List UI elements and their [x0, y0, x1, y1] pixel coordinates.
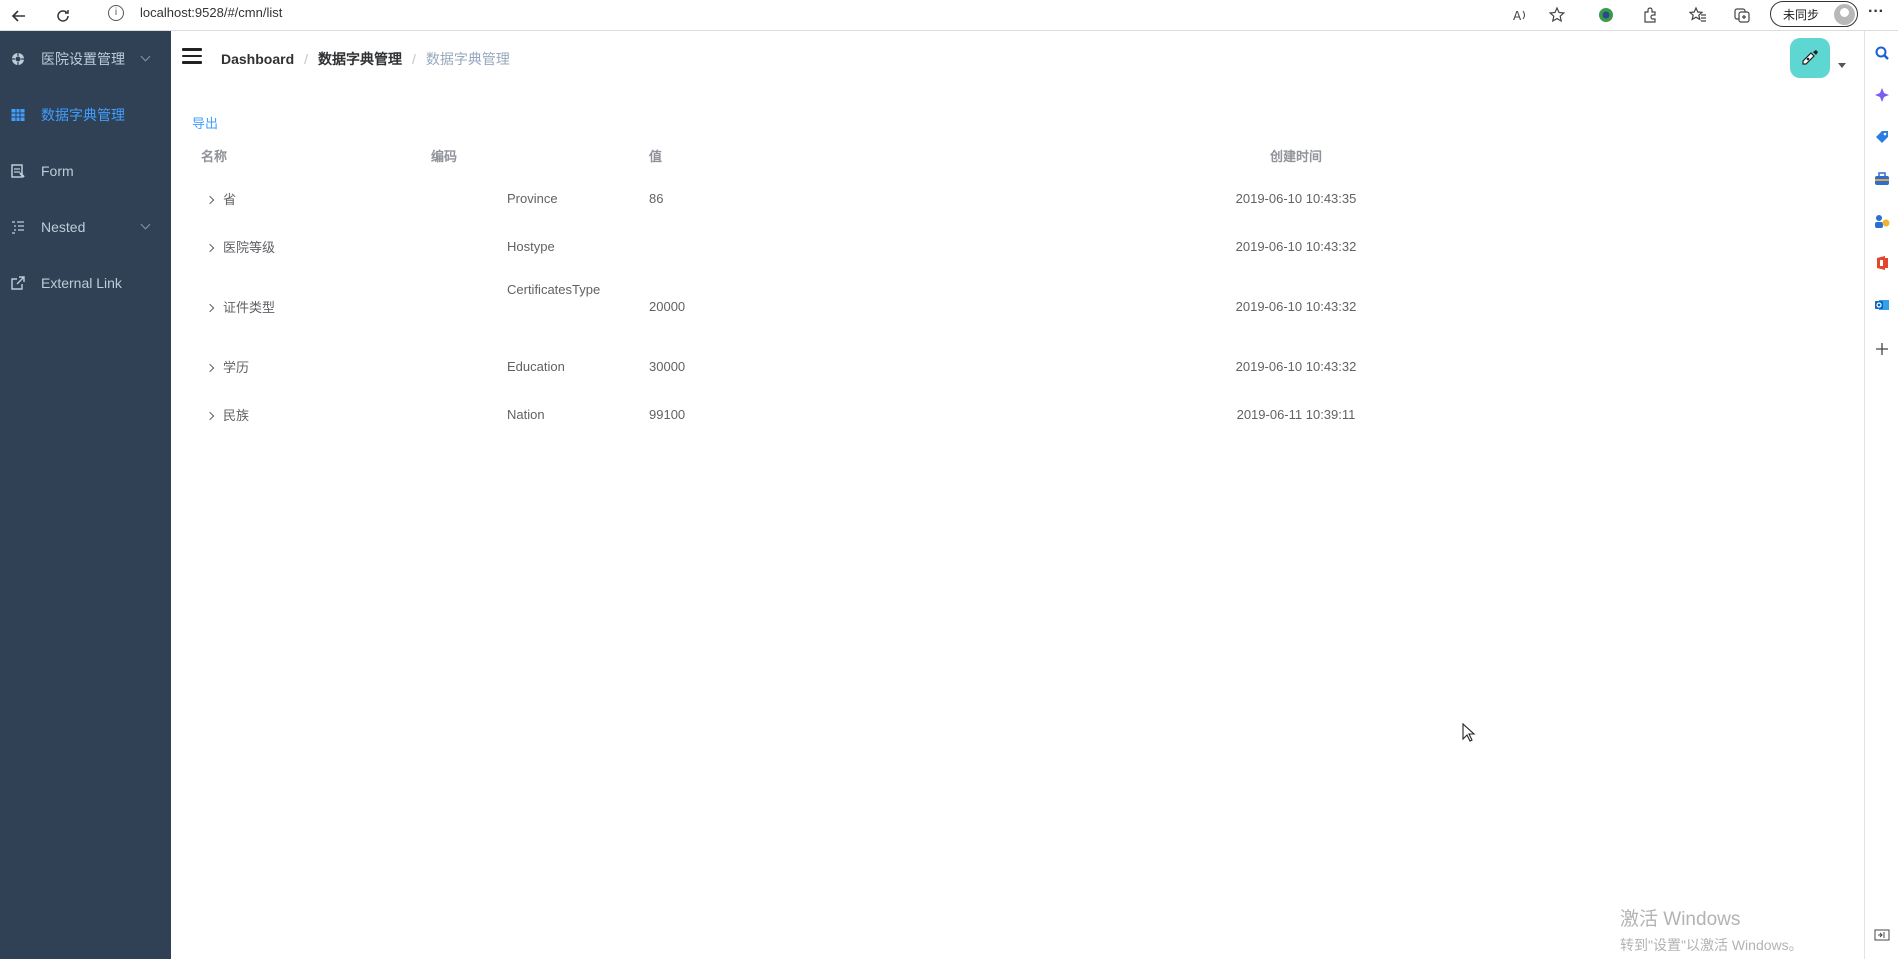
- svg-text:A: A: [1513, 9, 1522, 23]
- cell-name: 学历: [223, 359, 250, 375]
- browser-toolbar: i localhost:9528/#/cmn/list A 未同步 ···: [0, 0, 1898, 31]
- cell-name: 省: [223, 191, 237, 207]
- sidebar-item-label: Nested: [41, 219, 86, 235]
- sync-label: 未同步: [1783, 7, 1820, 22]
- app-sidebar: 医院设置管理 数据字典管理 Form Nested External Link: [0, 31, 171, 959]
- hamburger-menu-icon[interactable]: [182, 48, 202, 64]
- cell-create-time: 2019-06-10 10:43:32: [1235, 358, 1357, 374]
- breadcrumb-separator: /: [412, 51, 416, 67]
- main-content: Dashboard / 数据字典管理 / 数据字典管理 导出 名称 编码 值 创…: [171, 31, 1864, 959]
- table-row[interactable]: 学历 Education 30000 2019-06-10 10:43:32: [191, 342, 1586, 390]
- breadcrumb-current: 数据字典管理: [425, 51, 510, 67]
- breadcrumb-separator: /: [304, 51, 309, 67]
- expand-arrow-icon[interactable]: [205, 303, 215, 312]
- add-icon[interactable]: [1874, 341, 1890, 357]
- cell-value: 20000: [649, 298, 686, 314]
- address-bar[interactable]: localhost:9528/#/cmn/list: [140, 5, 282, 20]
- cell-name: 民族: [223, 407, 250, 423]
- shopping-tag-icon[interactable]: [1874, 129, 1890, 145]
- cell-code: Education: [507, 358, 565, 374]
- nested-icon: [11, 220, 25, 234]
- external-link-icon: [11, 276, 25, 290]
- sidebar-item-label: 医院设置管理: [41, 51, 125, 67]
- watermark-title: 激活 Windows: [1620, 909, 1741, 930]
- settings-icon: [11, 52, 25, 66]
- extensions-icon[interactable]: [1638, 3, 1662, 27]
- favorites-icon[interactable]: [1686, 3, 1710, 27]
- cell-create-time: 2019-06-10 10:43:35: [1235, 190, 1357, 206]
- avatar-art-icon: [1802, 50, 1818, 65]
- back-icon[interactable]: [6, 3, 32, 29]
- cell-code: Nation: [507, 406, 545, 422]
- profile-sync-button[interactable]: 未同步: [1770, 1, 1858, 27]
- cell-value: 99100: [649, 406, 686, 422]
- top-navbar: Dashboard / 数据字典管理 / 数据字典管理: [171, 31, 1864, 81]
- table-row[interactable]: 医院等级 Hostype 2019-06-10 10:43:32: [191, 222, 1586, 270]
- site-info-icon[interactable]: i: [108, 5, 124, 21]
- people-games-icon[interactable]: [1874, 213, 1890, 229]
- windows-activation-watermark: 激活 Windows 转到"设置"以激活 Windows。: [1620, 904, 1803, 955]
- read-aloud-icon[interactable]: A: [1508, 3, 1532, 27]
- chevron-down-icon: [140, 219, 151, 230]
- breadcrumb: Dashboard / 数据字典管理 / 数据字典管理: [221, 49, 510, 69]
- sidebar-item-form[interactable]: Form: [0, 143, 171, 199]
- cell-value: 86: [649, 190, 664, 206]
- caret-down-icon[interactable]: [1838, 63, 1846, 68]
- cell-code: Hostype: [507, 238, 555, 254]
- expand-arrow-icon[interactable]: [205, 243, 215, 252]
- hide-sidebar-icon[interactable]: [1874, 927, 1890, 943]
- sidebar-item-nested[interactable]: Nested: [0, 199, 171, 255]
- outlook-icon[interactable]: [1874, 297, 1890, 313]
- user-avatar[interactable]: [1790, 38, 1830, 78]
- sidebar-item-label: External Link: [41, 275, 122, 291]
- tools-icon[interactable]: [1874, 171, 1890, 187]
- column-header-value: 值: [649, 148, 663, 164]
- cell-code: Province: [507, 190, 558, 206]
- sidebar-item-external-link[interactable]: External Link: [0, 255, 171, 311]
- breadcrumb-dashboard[interactable]: Dashboard: [221, 51, 294, 67]
- more-menu-icon[interactable]: ···: [1868, 3, 1884, 21]
- profile-avatar-icon: [1834, 4, 1855, 25]
- column-header-code: 编码: [431, 148, 458, 164]
- export-button[interactable]: 导出: [192, 113, 218, 132]
- cell-create-time: 2019-06-10 10:43:32: [1235, 298, 1357, 314]
- data-dictionary-table: 名称 编码 值 创建时间 省 Province 86 2019-06-10 10…: [191, 136, 1586, 438]
- chevron-down-icon: [140, 51, 151, 62]
- extension-globe-icon[interactable]: [1594, 3, 1618, 27]
- collections-icon[interactable]: [1730, 3, 1754, 27]
- cell-value: 30000: [649, 358, 686, 374]
- cell-create-time: 2019-06-11 10:39:11: [1236, 406, 1356, 422]
- watermark-subtitle: 转到"设置"以激活 Windows。: [1620, 937, 1803, 953]
- mouse-cursor-icon: [1462, 722, 1476, 748]
- sidebar-item-label: Form: [41, 163, 74, 179]
- table-row[interactable]: 省 Province 86 2019-06-10 10:43:35: [191, 174, 1586, 222]
- cell-name: 医院等级: [223, 239, 276, 255]
- expand-arrow-icon[interactable]: [205, 411, 215, 420]
- table-icon: [11, 108, 25, 122]
- form-icon: [11, 164, 25, 178]
- table-row[interactable]: 民族 Nation 99100 2019-06-11 10:39:11: [191, 390, 1586, 438]
- copilot-icon[interactable]: [1874, 87, 1890, 103]
- cell-name: 证件类型: [223, 299, 276, 315]
- cell-create-time: 2019-06-10 10:43:32: [1235, 238, 1357, 254]
- search-icon[interactable]: [1874, 45, 1890, 61]
- reload-icon[interactable]: [50, 3, 76, 29]
- sidebar-item-label: 数据字典管理: [41, 107, 125, 123]
- table-header-row: 名称 编码 值 创建时间: [191, 136, 1586, 174]
- add-favorite-icon[interactable]: [1546, 3, 1570, 27]
- column-header-create-time: 创建时间: [1269, 148, 1322, 164]
- column-header-name: 名称: [201, 148, 228, 164]
- cell-code: CertificatesType: [507, 282, 601, 297]
- browser-edge-sidebar: [1864, 31, 1898, 959]
- office-icon[interactable]: [1874, 255, 1890, 271]
- sidebar-item-data-dictionary[interactable]: 数据字典管理: [0, 87, 171, 143]
- sidebar-item-hospital-settings[interactable]: 医院设置管理: [0, 31, 171, 87]
- expand-arrow-icon[interactable]: [205, 195, 215, 204]
- cell-value: [639, 222, 996, 270]
- expand-arrow-icon[interactable]: [205, 363, 215, 372]
- table-row[interactable]: 证件类型 CertificatesType 20000 2019-06-10 1…: [191, 270, 1586, 342]
- breadcrumb-data-dictionary[interactable]: 数据字典管理: [318, 49, 402, 69]
